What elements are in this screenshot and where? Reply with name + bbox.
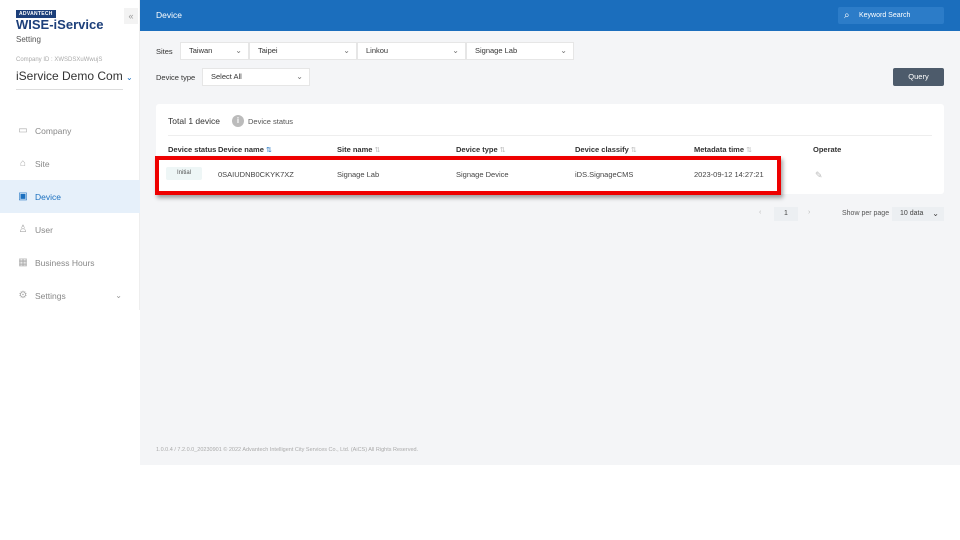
sidebar-item-site[interactable]: ⌂ Site — [0, 147, 140, 180]
column-device-classify[interactable]: Device classify ⇅ — [575, 145, 637, 154]
header: Device ⌕ Keyword Search — [140, 0, 960, 31]
chevron-down-icon: ⌄ — [115, 291, 122, 300]
column-site-name[interactable]: Site name ⇅ — [337, 145, 380, 154]
device-type-label: Device type — [156, 73, 196, 82]
app-logo: WISE-iService — [16, 17, 104, 32]
select-value: 10 data — [900, 210, 924, 217]
column-device-name[interactable]: Device name ⇅ — [218, 145, 272, 154]
company-selector[interactable]: iService Demo Com ⌄ — [16, 69, 133, 90]
sidebar-item-label: User — [35, 224, 53, 235]
column-label: Site name — [337, 145, 373, 154]
sort-icon[interactable]: ⇅ — [500, 147, 506, 154]
chevron-down-icon: ⌄ — [126, 73, 133, 82]
site-icon: ⌂ — [19, 157, 27, 169]
footer-copyright: 1.0.0.4 / 7.2.0.0_20230901 © 2022 Advant… — [156, 447, 419, 453]
chevron-down-icon: ⌄ — [452, 46, 459, 55]
column-label: Metadata time — [694, 145, 745, 154]
next-page-button[interactable]: › — [808, 209, 810, 216]
chevron-down-icon: ⌄ — [235, 46, 242, 55]
device-total: Total 1 device — [168, 116, 220, 126]
column-metadata-time[interactable]: Metadata time ⇅ — [694, 145, 752, 154]
device-status-legend[interactable]: Device status — [248, 117, 293, 126]
info-icon[interactable]: i — [232, 115, 244, 127]
select-value: Linkou — [366, 46, 389, 55]
user-icon: ♙ — [18, 223, 28, 235]
sort-icon[interactable]: ⇅ — [746, 147, 752, 154]
column-device-status: Device status — [168, 145, 217, 154]
device-type-select[interactable]: Select All ⌄ — [202, 68, 310, 86]
sort-icon[interactable]: ⇅ — [375, 147, 381, 154]
prev-page-button[interactable]: ‹ — [759, 209, 761, 216]
sidebar-item-label: Business Hours — [35, 257, 95, 268]
sidebar-item-label: Site — [35, 158, 50, 169]
chevron-down-icon: ⌄ — [343, 46, 350, 55]
page-title: Device — [156, 10, 182, 20]
monitor-icon: ▣ — [18, 190, 28, 202]
sidebar-item-business-hours[interactable]: ▦ Business Hours — [0, 246, 140, 279]
search-icon: ⌕ — [844, 10, 850, 21]
edit-icon[interactable]: ✎ — [815, 170, 823, 181]
app-subtitle: Setting — [16, 35, 41, 44]
page-1-button[interactable]: 1 — [774, 207, 798, 221]
calendar-icon: ▦ — [18, 256, 28, 268]
collapse-sidebar-button[interactable]: « — [124, 8, 138, 24]
sidebar: ADVANTECH WISE-iService Setting « Compan… — [0, 0, 140, 310]
select-value: Taiwan — [189, 46, 213, 55]
sidebar-item-label: Company — [35, 125, 72, 136]
divider — [168, 135, 932, 136]
sidebar-item-settings[interactable]: ⚙ Settings ⌄ — [0, 279, 140, 312]
highlight-box — [155, 156, 781, 195]
select-value: Signage Lab — [475, 46, 518, 55]
column-operate: Operate — [813, 145, 842, 154]
column-label: Device type — [456, 145, 498, 154]
main-content: Device ⌕ Keyword Search Sites Taiwan ⌄ Tai… — [140, 0, 960, 465]
sort-icon[interactable]: ⇅ — [631, 147, 637, 154]
country-select[interactable]: Taiwan ⌄ — [180, 42, 249, 60]
sort-icon[interactable]: ⇅ — [266, 147, 272, 154]
select-value: Taipei — [258, 46, 278, 55]
sidebar-item-label: Device — [35, 191, 61, 202]
company-name: iService Demo Com — [16, 69, 123, 83]
gear-icon: ⚙ — [18, 289, 28, 301]
search-placeholder: Keyword Search — [859, 12, 911, 19]
column-label: Device classify — [575, 145, 629, 154]
company-icon: ▭ — [18, 124, 28, 136]
company-id: Company ID : XWSDSXuWwujS — [16, 57, 103, 63]
sidebar-item-user[interactable]: ♙ User — [0, 213, 140, 246]
query-button[interactable]: Query — [893, 68, 944, 86]
sidebar-item-device[interactable]: ▣ Device — [0, 180, 140, 213]
select-value: Select All — [211, 72, 242, 81]
search-input[interactable]: ⌕ Keyword Search — [838, 7, 944, 24]
per-page-label: Show per page — [842, 210, 890, 217]
city-select[interactable]: Taipei ⌄ — [249, 42, 357, 60]
sidebar-item-label: Settings — [35, 290, 66, 301]
chevron-down-icon: ⌄ — [560, 46, 567, 55]
sites-label: Sites — [156, 47, 173, 56]
chevron-down-icon: ⌄ — [932, 209, 939, 218]
site-select[interactable]: Signage Lab ⌄ — [466, 42, 574, 60]
per-page-select[interactable]: 10 data ⌄ — [892, 207, 944, 221]
area-select[interactable]: Linkou ⌄ — [357, 42, 466, 60]
column-label: Device name — [218, 145, 264, 154]
sidebar-item-company[interactable]: ▭ Company — [0, 114, 140, 147]
chevron-down-icon: ⌄ — [296, 72, 303, 81]
column-device-type[interactable]: Device type ⇅ — [456, 145, 506, 154]
